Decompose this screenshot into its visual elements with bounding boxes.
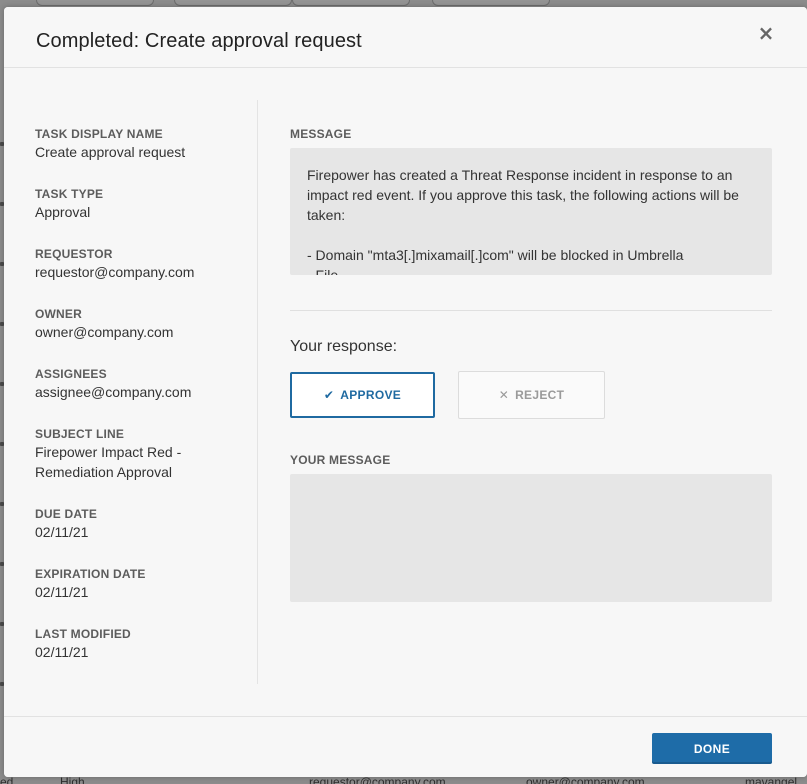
divider: [290, 310, 772, 311]
modal-header: Completed: Create approval request ×: [4, 7, 807, 68]
your-message-label: YOUR MESSAGE: [290, 453, 391, 467]
field-label: EXPIRATION DATE: [35, 567, 146, 581]
field-label: SUBJECT LINE: [35, 427, 125, 441]
background-tab: [174, 0, 292, 6]
field-expiration-date: EXPIRATION DATE 02/11/21: [35, 567, 245, 602]
message-text: - File...: [307, 267, 350, 275]
background-cell: owner@company.com: [526, 776, 645, 784]
field-label: LAST MODIFIED: [35, 627, 131, 641]
background-cell: ed: [0, 776, 14, 784]
field-value: Firepower Impact Red - Remediation Appro…: [35, 444, 182, 480]
reject-label: REJECT: [515, 388, 565, 402]
background-cell: mavangel: [745, 776, 798, 784]
message-label: MESSAGE: [290, 127, 352, 141]
approve-label: APPROVE: [340, 388, 402, 402]
message-box[interactable]: Firepower has created a Threat Response …: [290, 148, 772, 275]
background-tab: [36, 0, 154, 6]
field-value: 02/11/21: [35, 524, 89, 540]
close-icon[interactable]: ×: [756, 23, 776, 43]
field-label: TASK DISPLAY NAME: [35, 127, 163, 141]
field-value: requestor@company.com: [35, 264, 195, 280]
background-tab: [432, 0, 550, 6]
message-text: Firepower has created a Threat Response …: [307, 167, 739, 223]
field-value: Approval: [35, 204, 91, 220]
field-value: assignee@company.com: [35, 384, 192, 400]
field-value: 02/11/21: [35, 644, 89, 660]
background-cell: requestor@company.com: [309, 776, 446, 784]
your-message-input[interactable]: [290, 474, 772, 602]
field-owner: OWNER owner@company.com: [35, 307, 245, 342]
response-label: Your response:: [290, 338, 398, 355]
field-label: REQUESTOR: [35, 247, 113, 261]
field-due-date: DUE DATE 02/11/21: [35, 507, 245, 542]
background-tab: [292, 0, 410, 6]
modal-footer: DONE: [4, 716, 807, 777]
field-subject-line: SUBJECT LINE Firepower Impact Red - Reme…: [35, 427, 195, 482]
approve-button[interactable]: ✔ APPROVE: [290, 372, 435, 418]
field-label: OWNER: [35, 307, 82, 321]
modal-title: Completed: Create approval request: [36, 30, 362, 52]
field-assignees: ASSIGNEES assignee@company.com: [35, 367, 245, 402]
field-label: DUE DATE: [35, 507, 98, 521]
done-button[interactable]: DONE: [652, 733, 772, 764]
field-label: TASK TYPE: [35, 187, 104, 201]
background-tabs: [0, 0, 807, 6]
x-icon: ✕: [498, 388, 510, 402]
field-value: Create approval request: [35, 144, 186, 160]
field-task-display-name: TASK DISPLAY NAME Create approval reques…: [35, 127, 245, 162]
checkmark-icon: ✔: [323, 388, 335, 402]
task-details-panel: TASK DISPLAY NAME Create approval reques…: [4, 100, 258, 684]
task-detail-modal: Completed: Create approval request × TAS…: [4, 7, 807, 777]
field-value: owner@company.com: [35, 324, 174, 340]
reject-button[interactable]: ✕ REJECT: [458, 371, 605, 419]
field-requestor: REQUESTOR requestor@company.com: [35, 247, 245, 282]
background-cell: High: [60, 776, 85, 784]
field-task-type: TASK TYPE Approval: [35, 187, 245, 222]
field-value: 02/11/21: [35, 584, 89, 600]
field-label: ASSIGNEES: [35, 367, 107, 381]
message-text: - Domain "mta3[.]mixamail[.]com" will be…: [307, 247, 684, 263]
field-last-modified: LAST MODIFIED 02/11/21: [35, 627, 245, 662]
